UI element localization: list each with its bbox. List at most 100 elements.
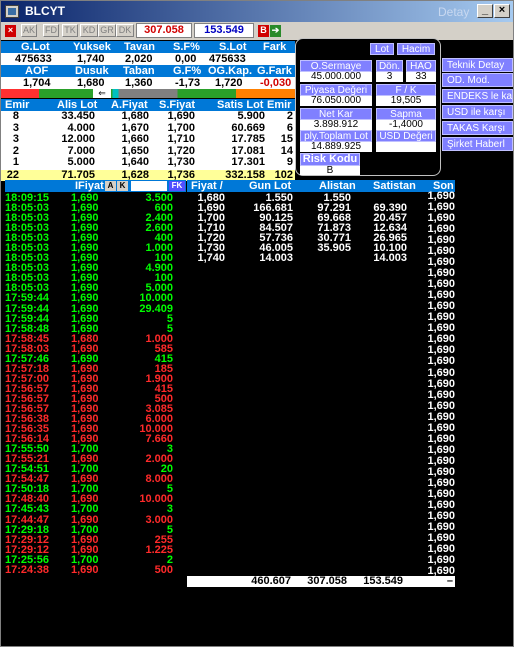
k-toggle[interactable]: K [117,181,128,191]
book-cell: 35.905 [317,242,351,254]
last-price-box: 307.058 [136,23,192,38]
depth-cell: 60.669 [231,121,265,134]
depth-cell: 1,660 [121,133,149,145]
a-toggle[interactable]: A [105,181,116,191]
close-icon[interactable]: × [494,4,510,18]
fk-value: 19,505 [376,96,436,106]
depth-cell: 7.000 [67,144,95,157]
minimize-icon[interactable]: _ [477,4,493,18]
hao-value: 33 [406,72,436,82]
last-volume-box: 153.549 [194,23,254,38]
trade-row[interactable]: 17:45:43 1,700 3 [5,504,186,515]
summary-values-row-1: 475633 1,740 2,020 0,00 475633 [1,53,295,65]
val-slot: 475633 [209,53,246,65]
b-button[interactable]: B [258,25,269,37]
depth-cell: 22 [6,168,19,181]
od-mod-button[interactable]: OD. Mod. [442,73,513,87]
o-sermaye-value: 45.000.000 [300,72,372,82]
teknik-detay-button[interactable]: Teknik Detay [442,58,513,72]
trade-price: 1,690 [71,292,99,305]
depth-cell: 3 [12,133,19,145]
son-value: 1,690 [427,377,455,390]
takas-karsi-button[interactable]: TAKAS Karşı [442,121,513,135]
filter-input[interactable] [131,181,167,191]
info-panel: Lot Hacim O.Sermaye 45.000.000 Dön. 3 HA… [295,38,441,176]
val-sf: 0,00 [175,53,197,65]
hdr-alistan: Alistan [319,180,356,192]
depth-cell: 4.000 [67,121,95,134]
summary-header-row-2: AOF Dusuk Taban G.F% OG.Kap. G.Fark [1,65,295,77]
depth-cell: 1,628 [121,168,149,181]
depth-cell: 71.705 [61,168,95,181]
detail-label: Detay [438,5,470,19]
trade-row[interactable]: 17:24:38 1,690 500 [5,564,186,575]
usd-degeri-button[interactable]: USD Değeri [376,130,436,142]
depth-cell: 1,670 [121,121,149,134]
risk-kodu-value: B [300,166,360,176]
tab-gr[interactable]: GR [98,24,116,37]
hdr-ogkap: OG.Kap. [208,65,253,77]
hacim-button[interactable]: Hacim [397,43,435,55]
depth-row: 3 12.000 1,660 1,710 17.785 15 [1,134,295,146]
depth-cell: 2 [286,110,293,122]
depth-cell: 1,730 [167,156,195,168]
depth-cell: 1,720 [167,144,195,157]
depth-cell: 1,680 [121,110,149,122]
trade-lot: 10.000 [139,493,173,506]
son-value: 1,690 [427,366,455,379]
hdr-ifiyat: IFiyat [75,180,104,192]
title-bar[interactable]: BLCYT Detay _ × [1,1,513,22]
hdr-sf: S.F% [173,41,200,53]
tab-ak[interactable]: AK [21,24,37,37]
trades-list[interactable]: 18:09:15 1,690 3.500 18:05:03 1,690 600 18:05:… [5,193,186,645]
total-gun-lot: 460.607 [251,575,291,587]
depth-cell: 12.000 [61,133,95,145]
trade-row[interactable]: 17:59:44 1,690 10.000 [5,292,186,305]
close-x-icon[interactable]: × [5,25,16,37]
val-aof: 1,704 [23,77,51,89]
book-cell: 14.003 [373,252,407,264]
arrow-left-icon: ⇐ [93,89,111,98]
book-cell: 1,740 [197,252,225,264]
hdr-gf: G.F% [173,65,202,77]
usd-karsi-button[interactable]: USD ile karşı [442,105,513,119]
depth-cell: 1,736 [167,168,195,181]
val-ogkap: 1,720 [215,77,243,89]
hdr-glot: G.Lot [21,41,50,53]
hdr-slot: S.Lot [219,41,247,53]
trade-lot: 29.409 [139,302,173,315]
depth-cell: 5.000 [67,156,95,168]
tab-dk[interactable]: DK [116,24,134,37]
stock-detail-window: BLCYT Detay _ × × AK FD TK KD GR DK 307.… [0,0,514,647]
hdr-yuksek: Yuksek [73,41,111,53]
tab-tk[interactable]: TK [62,24,78,37]
trade-lot: 5 [166,312,173,325]
hdr-fiyat[interactable]: Fiyat / [191,180,223,192]
sirket-haberleri-button[interactable]: Şirket Haberl [442,137,513,151]
arrow-right-icon[interactable]: ➔ [270,25,281,37]
lot-button[interactable]: Lot [370,43,394,55]
fk-button[interactable]: FK [169,181,185,191]
depth-cell: 5.900 [237,110,265,122]
depth-cell: 8 [12,110,19,122]
total-alistan: 307.058 [307,575,347,587]
trades-header: IFiyat A K FK [5,180,186,192]
son-value: 1,690 [427,388,455,401]
trade-lot: 3.000 [145,513,173,526]
depth-table: 8 33.450 1,680 1,690 5.900 2 3 4.000 1,670 1,700 6… [1,111,295,181]
usd-degeri-value [376,142,436,152]
ply-toplam-lot-value: 14.889.925 [300,142,372,152]
hdr-taban: Taban [123,65,155,77]
window-icon[interactable] [5,5,19,18]
son-value: 1,690 [427,355,455,368]
trade-price: 1,690 [71,513,99,526]
tab-fd[interactable]: FD [43,24,59,37]
depth-cell: 1,700 [167,121,195,134]
window-title: BLCYT [25,4,65,18]
trade-time: 17:59:44 [5,292,50,305]
endeks-button[interactable]: ENDEKS le karş [442,89,513,103]
totals-row: 460.607 307.058 153.549 – [187,576,455,587]
toolbar: × AK FD TK KD GR DK 307.058 153.549 B ➔ [1,22,513,40]
tab-kd[interactable]: KD [80,24,98,37]
depth-cell: 9 [286,156,293,168]
